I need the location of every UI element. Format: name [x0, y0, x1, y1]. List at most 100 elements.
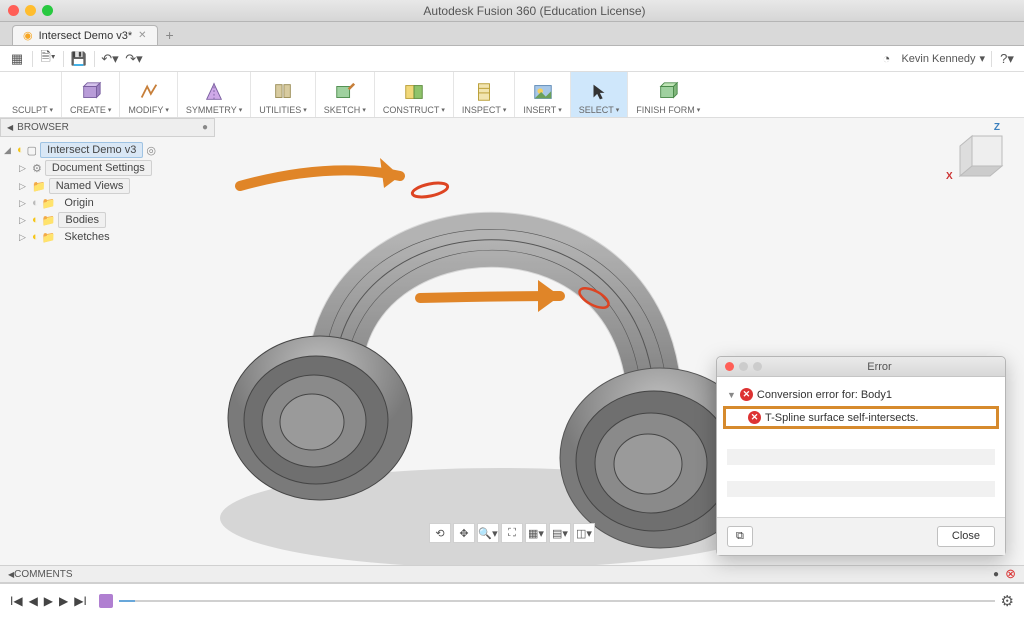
error-row[interactable]: ▼ ✕ Conversion error for: Body1 — [727, 385, 995, 404]
grid-icon[interactable]: ▤▾ — [549, 523, 571, 543]
pan-icon[interactable]: ✥ — [453, 523, 475, 543]
data-panel-icon[interactable]: ▦ — [8, 50, 26, 68]
ribbon-label: CONSTRUCT — [383, 105, 445, 115]
display-settings-icon[interactable]: ▦▾ — [525, 523, 547, 543]
sketch-icon — [334, 79, 356, 105]
error-badge-icon[interactable]: ⊗ — [1005, 566, 1016, 582]
redo-icon[interactable]: ↷▾ — [125, 50, 143, 68]
error-text: T-Spline surface self-intersects. — [765, 412, 918, 424]
copy-button[interactable]: ⧉ — [727, 526, 753, 547]
timeline-track[interactable] — [119, 600, 995, 602]
minimize-window-button[interactable] — [25, 5, 36, 16]
folder-icon: 📁 — [42, 214, 56, 227]
save-icon[interactable]: 💾 — [70, 50, 88, 68]
ribbon-modify[interactable]: MODIFY — [120, 72, 178, 117]
ribbon-label: SKETCH — [324, 105, 366, 115]
dialog-titlebar[interactable]: Error — [717, 357, 1005, 377]
timeline-feature-form-icon[interactable] — [99, 594, 113, 608]
viewports-icon[interactable]: ◫▾ — [573, 523, 595, 543]
close-window-button[interactable] — [8, 5, 19, 16]
pin-icon[interactable]: ● — [993, 569, 999, 580]
close-tab-icon[interactable]: ✕ — [138, 30, 146, 41]
comments-bar[interactable]: ◀ COMMENTS ● ⊗ — [0, 565, 1024, 583]
fit-icon[interactable]: ⛶ — [501, 523, 523, 543]
lightbulb-icon[interactable]: ◐ — [17, 144, 24, 156]
collapse-icon[interactable]: ◀ — [7, 123, 13, 132]
separator — [63, 51, 64, 67]
disclosure-icon[interactable]: ▼ — [727, 390, 736, 400]
ribbon-label: CREATE — [70, 105, 111, 115]
browser-title: BROWSER — [17, 122, 69, 133]
ribbon-utilities[interactable]: UTILITIES — [251, 72, 316, 117]
ribbon-select[interactable]: SELECT — [571, 72, 629, 117]
ribbon-label: UTILITIES — [259, 105, 307, 115]
timeline-end-icon[interactable]: ▶I — [74, 594, 87, 608]
tree-root[interactable]: ◢◐ ▢ Intersect Demo v3 ◎ — [0, 141, 215, 159]
dialog-body: ▼ ✕ Conversion error for: Body1 ✕ T-Spli… — [717, 377, 1005, 517]
construct-icon — [403, 79, 425, 105]
tree-named-views[interactable]: ▷ 📁 Named Views — [0, 177, 215, 195]
modify-icon — [138, 79, 160, 105]
job-status-icon[interactable]: ◔ — [877, 50, 895, 68]
error-text: Conversion error for: Body1 — [757, 389, 892, 401]
ribbon-symmetry[interactable]: SYMMETRY — [178, 72, 251, 117]
tree-origin[interactable]: ▷ ◐ 📁 Origin — [0, 195, 215, 211]
window-titlebar: Autodesk Fusion 360 (Education License) — [0, 0, 1024, 22]
ribbon-label: SELECT — [579, 105, 620, 115]
ribbon-label: SYMMETRY — [186, 105, 242, 115]
gear-icon: ⚙ — [32, 162, 42, 175]
ribbon-inspect[interactable]: INSPECT — [454, 72, 516, 117]
document-tab[interactable]: ◉ Intersect Demo v3* ✕ — [12, 25, 158, 45]
timeline-next-icon[interactable]: ▶ — [59, 594, 68, 608]
copy-icon: ⧉ — [736, 530, 744, 542]
workspace-switcher[interactable]: SCULPT — [4, 72, 62, 117]
component-icon: ▢ — [27, 144, 37, 157]
ribbon-create[interactable]: CREATE — [62, 72, 120, 117]
dialog-footer: ⧉ Close — [717, 517, 1005, 555]
pin-icon[interactable]: ● — [202, 122, 208, 133]
error-icon: ✕ — [740, 388, 753, 401]
ribbon-label: INSPECT — [462, 105, 507, 115]
undo-icon[interactable]: ↶▾ — [101, 50, 119, 68]
timeline-play-icon[interactable]: ▶ — [44, 594, 53, 608]
new-tab-button[interactable]: + — [166, 27, 174, 45]
workspace-label: SCULPT — [12, 105, 53, 115]
tree-item-label: Sketches — [58, 230, 115, 244]
tree-sketches[interactable]: ▷ ◐ 📁 Sketches — [0, 229, 215, 245]
viewcube[interactable]: Z X — [952, 124, 1012, 184]
lightbulb-off-icon[interactable]: ◐ — [32, 197, 39, 209]
timeline-start-icon[interactable]: I◀ — [10, 594, 23, 608]
zoom-icon[interactable]: 🔍▾ — [477, 523, 499, 543]
ribbon-finish-form[interactable]: FINISH FORM — [628, 72, 708, 117]
ribbon-toolbar: SCULPT CREATE MODIFY SYMMETRY UTILITIES … — [0, 72, 1024, 118]
close-button[interactable]: Close — [937, 526, 995, 547]
file-menu-icon[interactable]: 🗎▾ — [39, 50, 57, 68]
orbit-icon[interactable]: ⟲ — [429, 523, 451, 543]
maximize-window-button[interactable] — [42, 5, 53, 16]
symmetry-icon — [203, 79, 225, 105]
separator — [32, 51, 33, 67]
lightbulb-icon[interactable]: ◐ — [32, 214, 39, 226]
help-icon[interactable]: ?▾ — [998, 50, 1016, 68]
ribbon-insert[interactable]: INSERT — [515, 72, 570, 117]
insert-icon — [532, 79, 554, 105]
folder-icon: 📁 — [32, 180, 46, 193]
tree-document-settings[interactable]: ▷ ⚙ Document Settings — [0, 159, 215, 177]
document-tab-bar: ◉ Intersect Demo v3* ✕ + — [0, 22, 1024, 46]
ribbon-construct[interactable]: CONSTRUCT — [375, 72, 454, 117]
dialog-min-button — [739, 362, 748, 371]
window-title: Autodesk Fusion 360 (Education License) — [53, 4, 1016, 18]
timeline-prev-icon[interactable]: ◀ — [29, 594, 38, 608]
timeline-settings-icon[interactable]: ⚙ — [1001, 592, 1014, 610]
dialog-close-button[interactable] — [725, 362, 734, 371]
lightbulb-icon[interactable]: ◐ — [32, 231, 39, 243]
fusion-logo-icon: ◉ — [23, 29, 33, 42]
browser-header[interactable]: ◀ BROWSER ● — [0, 118, 215, 137]
ribbon-label: MODIFY — [128, 105, 169, 115]
ribbon-sketch[interactable]: SKETCH — [316, 72, 375, 117]
user-menu[interactable]: Kevin Kennedy▾ — [901, 52, 985, 65]
separator — [991, 51, 992, 67]
error-row-highlighted[interactable]: ✕ T-Spline surface self-intersects. — [723, 406, 999, 429]
tree-item-label: Origin — [58, 196, 99, 210]
tree-bodies[interactable]: ▷ ◐ 📁 Bodies — [0, 211, 215, 229]
